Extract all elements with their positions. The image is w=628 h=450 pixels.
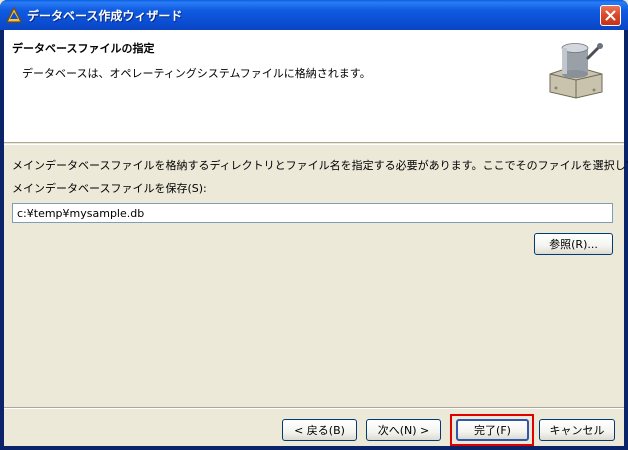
title-bar[interactable]: データベース作成ウィザード: [0, 0, 628, 30]
header-subtitle: データベースは、オペレーティングシステムファイルに格納されます。: [22, 67, 371, 80]
next-button[interactable]: 次へ(N) >: [366, 419, 441, 441]
database-wizard-icon: [6, 6, 22, 23]
save-file-label: メインデータベースファイルを保存(S):: [12, 182, 207, 195]
finish-button[interactable]: 完了(F): [456, 419, 529, 441]
header-title: データベースファイルの指定: [12, 42, 155, 55]
window-title: データベース作成ウィザード: [27, 9, 183, 23]
wizard-window: データベース作成ウィザード データベースファイルの指定 データベースは、オペレー…: [0, 0, 628, 450]
footer-divider-highlight: [4, 408, 624, 409]
wizard-header: データベースファイルの指定 データベースは、オペレーティングシステムファイルに格…: [4, 30, 624, 143]
cancel-button[interactable]: キャンセル: [539, 419, 615, 441]
instruction-text: メインデータベースファイルを格納するディレクトリとファイル名を指定する必要があり…: [12, 159, 628, 172]
browse-button[interactable]: 参照(R)...: [534, 233, 613, 255]
database-path-input[interactable]: [12, 203, 613, 223]
wizard-client-area: データベースファイルの指定 データベースは、オペレーティングシステムファイルに格…: [4, 30, 628, 446]
close-button[interactable]: [600, 5, 621, 26]
close-icon: [605, 10, 616, 21]
database-cylinder-icon: [549, 43, 603, 99]
back-button[interactable]: < 戻る(B): [282, 419, 357, 441]
header-divider: [4, 144, 624, 145]
